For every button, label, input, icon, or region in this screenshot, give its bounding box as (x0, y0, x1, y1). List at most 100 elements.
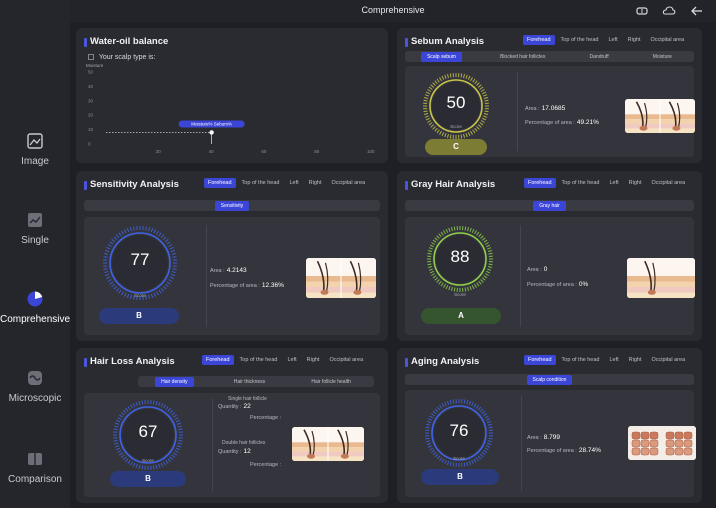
tab-right[interactable]: Right (625, 355, 646, 365)
sidebar-item-comprehensive[interactable]: Comprehensive (0, 290, 70, 325)
sebum-grade-badge: C (425, 139, 487, 155)
tab-right[interactable]: Right (624, 35, 645, 45)
tab-occipital[interactable]: Occipital area (326, 355, 368, 365)
y-tick-label: 20 (88, 113, 94, 118)
tab-left[interactable]: Left (285, 178, 302, 188)
glasses-icon[interactable] (635, 4, 649, 18)
tab-forehead[interactable]: Forehead (202, 355, 234, 365)
app-window: Image Single Comprehensive Microscopic C… (0, 0, 716, 508)
tab-top-of-head[interactable]: Top of the head (558, 178, 604, 188)
scalp-type-label: Your scalp type is: (98, 54, 156, 61)
tab-right[interactable]: Right (305, 178, 326, 188)
aging-region-tabs: Forehead Top of the head Left Right Occi… (524, 355, 689, 365)
cloud-icon[interactable] (662, 4, 676, 18)
sidebar-item-microscopic[interactable]: Microscopic (0, 369, 70, 404)
tab-top-of-head[interactable]: Top of the head (238, 178, 284, 188)
y-tick-label: 10 (88, 127, 94, 132)
divider (521, 396, 522, 491)
x-tick-label: 20 (156, 149, 162, 154)
gray-hair-gauge: 88 Score (424, 223, 496, 297)
tab-occipital[interactable]: Occipital area (647, 35, 689, 45)
tab-sensitivity[interactable]: Sensitivity (214, 200, 250, 211)
tab-right[interactable]: Right (625, 178, 646, 188)
hair-loss-gauge: 67 Score (110, 397, 186, 473)
sidebar-item-label: Microscopic (8, 393, 62, 404)
sensitivity-score-label: Score (134, 293, 146, 298)
sidebar-item-single[interactable]: Single (0, 211, 70, 246)
tab-left[interactable]: Left (605, 355, 622, 365)
tab-hair-density[interactable]: Hair density (155, 376, 194, 387)
tab-hair-thickness[interactable]: Hair thickness (228, 377, 271, 387)
sensitivity-area: Area :4.2143 (210, 267, 247, 274)
sensitivity-region-tabs: Forehead Top of the head Left Right Occi… (204, 178, 369, 188)
sidebar: Image Single Comprehensive Microscopic C… (0, 0, 70, 508)
gray-hair-result-panel: 88 Score A Area :0 Percentage of area :0… (405, 217, 695, 335)
page-title: Comprehensive (361, 5, 425, 15)
tab-top-of-head[interactable]: Top of the head (236, 355, 282, 365)
sebum-score-label: Score (450, 124, 462, 129)
x-tick-label: 60 (261, 149, 267, 154)
tab-dandruff[interactable]: Dandruff (584, 52, 615, 62)
sidebar-item-label: Comparison (8, 474, 62, 485)
sidebar-item-label: Single (21, 235, 49, 246)
tab-left[interactable]: Left (604, 35, 621, 45)
tab-follicle-health[interactable]: Hair follicle health (305, 377, 356, 387)
aging-title: Aging Analysis (404, 356, 480, 367)
gray-hair-area: Area :0 (527, 266, 548, 273)
sebum-percentage: Percentage of area :49.21% (525, 119, 599, 126)
sensitivity-score: 77 (130, 250, 150, 269)
tab-gray-hair[interactable]: Gray hair (533, 200, 566, 211)
gray-hair-region-tabs: Forehead Top of the head Left Right Occi… (524, 178, 689, 188)
hair-loss-title: Hair Loss Analysis (84, 356, 175, 367)
back-arrow-icon[interactable] (690, 4, 704, 18)
sensitivity-gauge: 77 Score (100, 223, 180, 303)
sebum-area: Area :17.0685 (525, 105, 566, 112)
tab-occipital[interactable]: Occipital area (328, 178, 370, 188)
sensitivity-title: Sensitivity Analysis (84, 179, 179, 190)
sidebar-item-comparison[interactable]: Comparison (0, 450, 70, 485)
tab-occipital[interactable]: Occipital area (648, 178, 690, 188)
aging-score-label: Score (453, 456, 465, 461)
tab-scalp-sebum[interactable]: Scalp sebum (421, 51, 462, 62)
tab-top-of-head[interactable]: Top of the head (558, 355, 604, 365)
sebum-result-panel: 50 Score C Area :17.0685 Percentage of a… (405, 66, 695, 157)
tab-top-of-head[interactable]: Top of the head (557, 35, 603, 45)
tab-occipital[interactable]: Occipital area (648, 355, 690, 365)
sebum-title: Sebum Analysis (404, 36, 485, 47)
tab-forehead[interactable]: Forehead (524, 355, 556, 365)
single-follicle-percentage: Percentage : (250, 415, 282, 421)
sebum-sub-tabs: Scalp sebum Blocked hair follicles Dandr… (405, 51, 694, 62)
double-follicle-percentage: Percentage : (250, 462, 282, 468)
single-follicle-title: Single hair follicle (228, 396, 267, 402)
tab-blocked-follicles[interactable]: Blocked hair follicles (494, 52, 551, 62)
tab-right[interactable]: Right (303, 355, 324, 365)
aging-percentage: Percentage of area :28.74% (527, 447, 601, 454)
tab-forehead[interactable]: Forehead (524, 178, 556, 188)
divider (212, 399, 213, 491)
gray-hair-grade-badge: A (421, 308, 501, 324)
hair-loss-result-panel: 67 Score B Single hair follicle Quantity… (84, 393, 380, 497)
water-oil-chart: Moisture5040302010020 40 60 80 100Moisture% … (86, 63, 375, 154)
aging-diagram-image (628, 426, 696, 460)
scalp-type-row: Your scalp type is: (88, 54, 155, 61)
hair-follicle-illustration (625, 99, 695, 133)
tab-moisture[interactable]: Moisture (647, 52, 678, 62)
sidebar-item-image[interactable]: Image (0, 132, 70, 167)
tab-left[interactable]: Left (283, 355, 300, 365)
sensitivity-result-panel: 77 Score B Area :4.2143 Percentage of ar… (84, 217, 380, 335)
tab-scalp-condition[interactable]: Scalp condition (526, 374, 573, 385)
tab-forehead[interactable]: Forehead (523, 35, 555, 45)
y-tick-label: 50 (88, 70, 94, 75)
tab-left[interactable]: Left (605, 178, 622, 188)
y-tick-label: 30 (88, 98, 94, 103)
x-tick-label: 40 (209, 149, 215, 154)
divider (206, 225, 207, 327)
hair-loss-sub-tabs: Hair density Hair thickness Hair follicl… (138, 376, 374, 387)
aging-card: Aging Analysis Forehead Top of the head … (397, 348, 702, 503)
gray-hair-score: 88 (450, 247, 470, 266)
aging-area: Area :8.799 (527, 434, 560, 441)
tab-forehead[interactable]: Forehead (204, 178, 236, 188)
aging-score: 76 (449, 421, 469, 440)
hair-loss-score-label: Score (142, 458, 154, 463)
aging-result-panel: 76 Score B Area :8.799 Percentage of are… (405, 390, 696, 497)
